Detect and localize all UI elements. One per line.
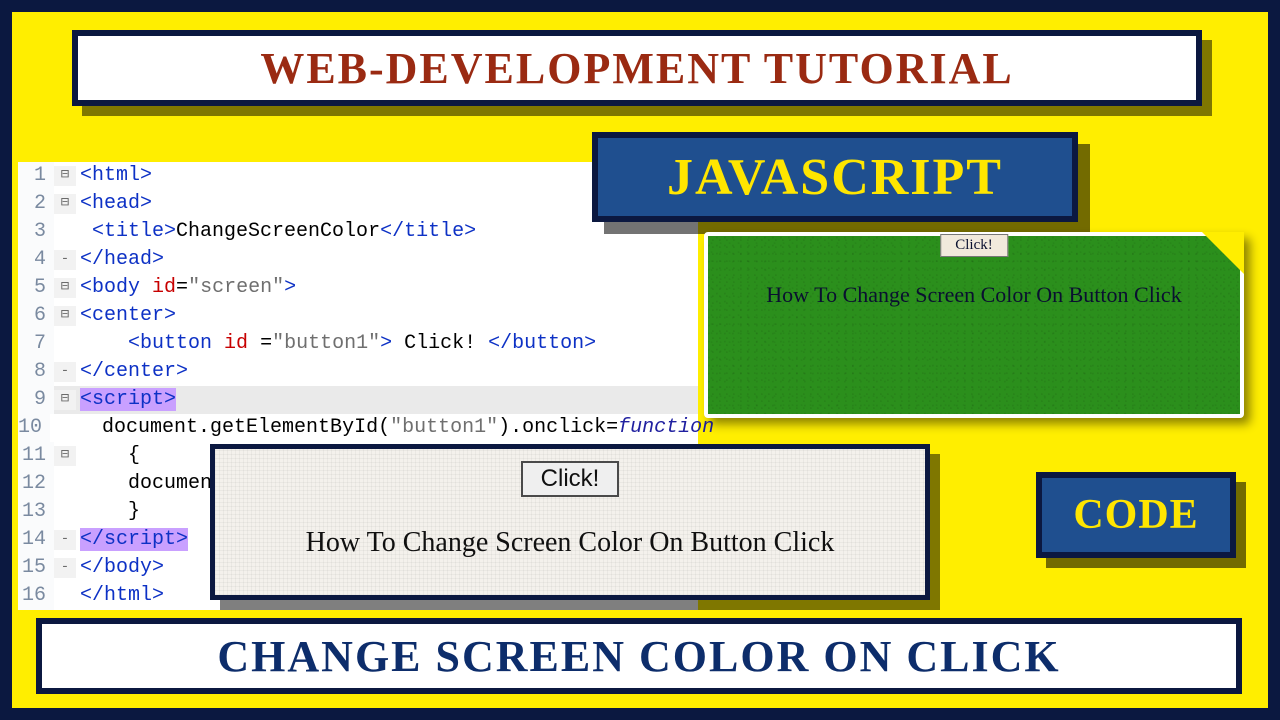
code-text: <body id="screen"> [76, 274, 698, 302]
code-line: 5⊟<body id="screen"> [18, 274, 698, 302]
code-text: <title>ChangeScreenColor</title> [76, 218, 698, 246]
bottom-title-banner: CHANGE SCREEN COLOR ON CLICK [36, 618, 1242, 694]
fold-toggle-icon[interactable]: ⊟ [54, 390, 76, 410]
code-line: 10 document.getElementById("button1").on… [18, 414, 698, 442]
code-line: 7 <button id ="button1"> Click! </button… [18, 330, 698, 358]
line-number: 3 [18, 218, 54, 246]
fold-toggle-icon[interactable]: - [54, 558, 76, 578]
javascript-badge-text: JAVASCRIPT [667, 148, 1003, 207]
top-title-banner: WEB-DEVELOPMENT TUTORIAL [72, 30, 1202, 106]
fold-toggle-icon[interactable]: ⊟ [54, 306, 76, 326]
fold-toggle-icon[interactable]: - [54, 362, 76, 382]
javascript-badge: JAVASCRIPT [592, 132, 1078, 222]
code-badge: CODE [1036, 472, 1236, 558]
fold-toggle-icon[interactable]: - [54, 530, 76, 550]
code-line: 4-</head> [18, 246, 698, 274]
line-number: 8 [18, 358, 54, 386]
line-number: 4 [18, 246, 54, 274]
code-text: <button id ="button1"> Click! </button> [76, 330, 698, 358]
code-line: 9⊟<script> [18, 386, 698, 414]
fold-toggle-icon[interactable]: ⊟ [54, 278, 76, 298]
line-number: 13 [18, 498, 54, 526]
code-text: </head> [76, 246, 698, 274]
code-text: <script> [76, 386, 698, 414]
after-click-preview: Click! How To Change Screen Color On But… [704, 232, 1244, 418]
code-text: <center> [76, 302, 698, 330]
line-number: 15 [18, 554, 54, 582]
code-text: </center> [76, 358, 698, 386]
bottom-title-text: CHANGE SCREEN COLOR ON CLICK [217, 631, 1060, 682]
line-number: 14 [18, 526, 54, 554]
line-number: 1 [18, 162, 54, 190]
fold-toggle-icon[interactable]: ⊟ [54, 194, 76, 214]
line-number: 9 [18, 386, 54, 414]
code-line: 3 <title>ChangeScreenColor</title> [18, 218, 698, 246]
thumbnail-frame: WEB-DEVELOPMENT TUTORIAL 1⊟<html>2⊟<head… [0, 0, 1280, 720]
preview-click-button-white[interactable]: Click! [521, 461, 620, 497]
code-line: 6⊟<center> [18, 302, 698, 330]
code-text: document.getElementById("button1").oncli… [50, 414, 714, 442]
line-number: 5 [18, 274, 54, 302]
line-number: 16 [18, 582, 54, 610]
code-badge-text: CODE [1073, 491, 1198, 539]
fold-toggle-icon[interactable]: - [54, 250, 76, 270]
line-number: 11 [18, 442, 54, 470]
line-number: 7 [18, 330, 54, 358]
preview-caption-green: How To Change Screen Color On Button Cli… [708, 282, 1240, 308]
line-number: 2 [18, 190, 54, 218]
preview-click-button-green[interactable]: Click! [940, 234, 1008, 257]
code-line: 8-</center> [18, 358, 698, 386]
fold-toggle-icon[interactable]: ⊟ [54, 446, 76, 466]
preview-caption-white: How To Change Screen Color On Button Cli… [215, 527, 925, 559]
line-number: 6 [18, 302, 54, 330]
top-title-text: WEB-DEVELOPMENT TUTORIAL [260, 43, 1013, 94]
before-click-preview: Click! How To Change Screen Color On But… [210, 444, 930, 600]
line-number: 10 [18, 414, 50, 442]
fold-toggle-icon[interactable]: ⊟ [54, 166, 76, 186]
line-number: 12 [18, 470, 54, 498]
